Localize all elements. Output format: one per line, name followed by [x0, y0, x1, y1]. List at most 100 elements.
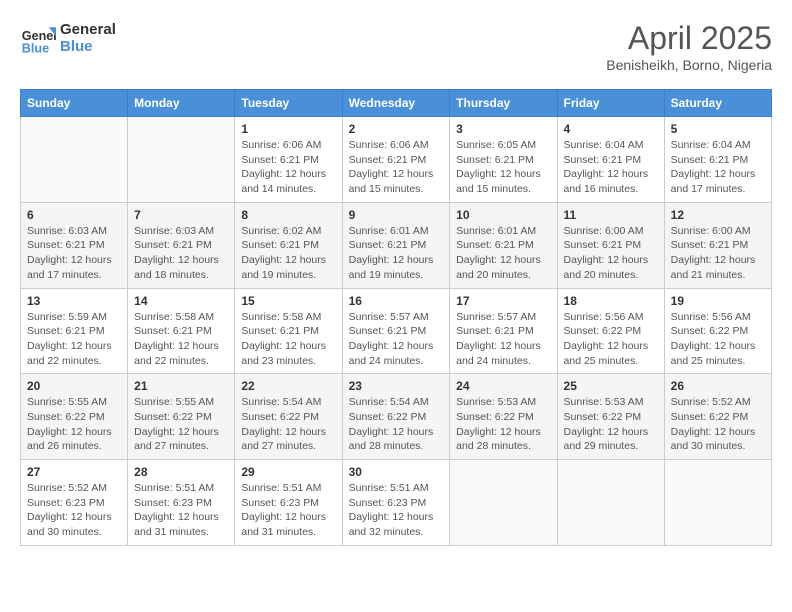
day-info: Sunrise: 5:55 AM Sunset: 6:22 PM Dayligh… [27, 395, 121, 454]
day-number: 22 [241, 379, 335, 393]
svg-text:Blue: Blue [22, 41, 49, 55]
calendar-week-5: 27 Sunrise: 5:52 AM Sunset: 6:23 PM Dayli… [21, 460, 772, 546]
day-info: Sunrise: 6:06 AM Sunset: 6:21 PM Dayligh… [349, 138, 444, 197]
day-number: 2 [349, 122, 444, 136]
calendar-cell: 10 Sunrise: 6:01 AM Sunset: 6:21 PM Dayli… [450, 202, 557, 288]
calendar-cell: 23 Sunrise: 5:54 AM Sunset: 6:22 PM Dayli… [342, 374, 450, 460]
day-info: Sunrise: 6:01 AM Sunset: 6:21 PM Dayligh… [456, 224, 550, 283]
day-info: Sunrise: 5:58 AM Sunset: 6:21 PM Dayligh… [134, 310, 228, 369]
day-info: Sunrise: 6:05 AM Sunset: 6:21 PM Dayligh… [456, 138, 550, 197]
day-info: Sunrise: 6:01 AM Sunset: 6:21 PM Dayligh… [349, 224, 444, 283]
day-info: Sunrise: 5:53 AM Sunset: 6:22 PM Dayligh… [564, 395, 658, 454]
day-number: 1 [241, 122, 335, 136]
calendar-cell [664, 460, 771, 546]
day-info: Sunrise: 5:51 AM Sunset: 6:23 PM Dayligh… [349, 481, 444, 540]
day-info: Sunrise: 6:06 AM Sunset: 6:21 PM Dayligh… [241, 138, 335, 197]
title-block: April 2025 Benisheikh, Borno, Nigeria [606, 20, 772, 73]
calendar-week-3: 13Sunrise: 5:59 AM Sunset: 6:21 PM Dayli… [21, 288, 772, 374]
day-number: 6 [27, 208, 121, 222]
calendar-cell: 1 Sunrise: 6:06 AM Sunset: 6:21 PM Daylig… [235, 117, 342, 203]
day-number: 29 [241, 465, 335, 479]
calendar-cell: 7 Sunrise: 6:03 AM Sunset: 6:21 PM Daylig… [128, 202, 235, 288]
weekday-header-tuesday: Tuesday [235, 90, 342, 117]
calendar-cell: 8 Sunrise: 6:02 AM Sunset: 6:21 PM Daylig… [235, 202, 342, 288]
day-info: Sunrise: 5:52 AM Sunset: 6:22 PM Dayligh… [671, 395, 765, 454]
month-title: April 2025 [606, 20, 772, 57]
calendar-cell: 16 Sunrise: 5:57 AM Sunset: 6:21 PM Dayli… [342, 288, 450, 374]
day-number: 5 [671, 122, 765, 136]
calendar-cell [128, 117, 235, 203]
day-number: 8 [241, 208, 335, 222]
day-info: Sunrise: 5:54 AM Sunset: 6:22 PM Dayligh… [349, 395, 444, 454]
day-number: 18 [564, 294, 658, 308]
day-number: 13 [27, 294, 121, 308]
weekday-header-thursday: Thursday [450, 90, 557, 117]
day-number: 24 [456, 379, 550, 393]
calendar-cell: 11 Sunrise: 6:00 AM Sunset: 6:21 PM Dayli… [557, 202, 664, 288]
day-info: Sunrise: 5:51 AM Sunset: 6:23 PM Dayligh… [241, 481, 335, 540]
weekday-header-monday: Monday [128, 90, 235, 117]
calendar-cell: 15 Sunrise: 5:58 AM Sunset: 6:21 PM Dayli… [235, 288, 342, 374]
day-info: Sunrise: 5:53 AM Sunset: 6:22 PM Dayligh… [456, 395, 550, 454]
day-number: 17 [456, 294, 550, 308]
day-number: 26 [671, 379, 765, 393]
calendar-cell: 17Sunrise: 5:57 AM Sunset: 6:21 PM Dayli… [450, 288, 557, 374]
calendar-cell: 26 Sunrise: 5:52 AM Sunset: 6:22 PM Dayli… [664, 374, 771, 460]
logo-blue: Blue [60, 38, 116, 55]
logo-icon: General Blue [20, 20, 56, 56]
calendar-cell: 2 Sunrise: 6:06 AM Sunset: 6:21 PM Daylig… [342, 117, 450, 203]
day-info: Sunrise: 6:04 AM Sunset: 6:21 PM Dayligh… [671, 138, 765, 197]
calendar-cell: 22 Sunrise: 5:54 AM Sunset: 6:22 PM Dayli… [235, 374, 342, 460]
day-number: 15 [241, 294, 335, 308]
calendar-cell [21, 117, 128, 203]
calendar-cell: 20 Sunrise: 5:55 AM Sunset: 6:22 PM Dayli… [21, 374, 128, 460]
day-number: 9 [349, 208, 444, 222]
calendar-cell: 14Sunrise: 5:58 AM Sunset: 6:21 PM Dayli… [128, 288, 235, 374]
day-number: 7 [134, 208, 228, 222]
calendar-week-2: 6 Sunrise: 6:03 AM Sunset: 6:21 PM Daylig… [21, 202, 772, 288]
calendar-cell: 30Sunrise: 5:51 AM Sunset: 6:23 PM Dayli… [342, 460, 450, 546]
day-info: Sunrise: 5:51 AM Sunset: 6:23 PM Dayligh… [134, 481, 228, 540]
day-info: Sunrise: 5:56 AM Sunset: 6:22 PM Dayligh… [671, 310, 765, 369]
weekday-header-friday: Friday [557, 90, 664, 117]
calendar-cell: 25 Sunrise: 5:53 AM Sunset: 6:22 PM Dayli… [557, 374, 664, 460]
day-number: 23 [349, 379, 444, 393]
day-info: Sunrise: 6:00 AM Sunset: 6:21 PM Dayligh… [564, 224, 658, 283]
calendar-cell: 19 Sunrise: 5:56 AM Sunset: 6:22 PM Dayli… [664, 288, 771, 374]
day-number: 19 [671, 294, 765, 308]
day-number: 10 [456, 208, 550, 222]
calendar-cell: 27 Sunrise: 5:52 AM Sunset: 6:23 PM Dayli… [21, 460, 128, 546]
calendar-cell [450, 460, 557, 546]
day-info: Sunrise: 5:57 AM Sunset: 6:21 PM Dayligh… [349, 310, 444, 369]
day-info: Sunrise: 6:03 AM Sunset: 6:21 PM Dayligh… [134, 224, 228, 283]
weekday-header-row: SundayMondayTuesdayWednesdayThursdayFrid… [21, 90, 772, 117]
day-info: Sunrise: 6:03 AM Sunset: 6:21 PM Dayligh… [27, 224, 121, 283]
calendar-cell: 29 Sunrise: 5:51 AM Sunset: 6:23 PM Dayli… [235, 460, 342, 546]
day-info: Sunrise: 5:56 AM Sunset: 6:22 PM Dayligh… [564, 310, 658, 369]
calendar-cell: 3Sunrise: 6:05 AM Sunset: 6:21 PM Daylig… [450, 117, 557, 203]
calendar-cell: 4 Sunrise: 6:04 AM Sunset: 6:21 PM Daylig… [557, 117, 664, 203]
calendar-cell: 24 Sunrise: 5:53 AM Sunset: 6:22 PM Dayli… [450, 374, 557, 460]
day-info: Sunrise: 5:55 AM Sunset: 6:22 PM Dayligh… [134, 395, 228, 454]
day-number: 20 [27, 379, 121, 393]
day-number: 27 [27, 465, 121, 479]
day-number: 4 [564, 122, 658, 136]
day-number: 28 [134, 465, 228, 479]
logo-general: General [60, 21, 116, 38]
calendar-week-1: 1 Sunrise: 6:06 AM Sunset: 6:21 PM Daylig… [21, 117, 772, 203]
day-number: 11 [564, 208, 658, 222]
day-info: Sunrise: 6:02 AM Sunset: 6:21 PM Dayligh… [241, 224, 335, 283]
calendar-cell: 28 Sunrise: 5:51 AM Sunset: 6:23 PM Dayli… [128, 460, 235, 546]
day-info: Sunrise: 6:04 AM Sunset: 6:21 PM Dayligh… [564, 138, 658, 197]
day-number: 16 [349, 294, 444, 308]
calendar-cell: 21Sunrise: 5:55 AM Sunset: 6:22 PM Dayli… [128, 374, 235, 460]
page-header: General Blue General Blue April 2025 Ben… [20, 20, 772, 73]
day-info: Sunrise: 5:54 AM Sunset: 6:22 PM Dayligh… [241, 395, 335, 454]
weekday-header-sunday: Sunday [21, 90, 128, 117]
day-info: Sunrise: 5:52 AM Sunset: 6:23 PM Dayligh… [27, 481, 121, 540]
day-info: Sunrise: 5:58 AM Sunset: 6:21 PM Dayligh… [241, 310, 335, 369]
calendar-table: SundayMondayTuesdayWednesdayThursdayFrid… [20, 89, 772, 546]
day-number: 25 [564, 379, 658, 393]
weekday-header-saturday: Saturday [664, 90, 771, 117]
calendar-cell: 9 Sunrise: 6:01 AM Sunset: 6:21 PM Daylig… [342, 202, 450, 288]
